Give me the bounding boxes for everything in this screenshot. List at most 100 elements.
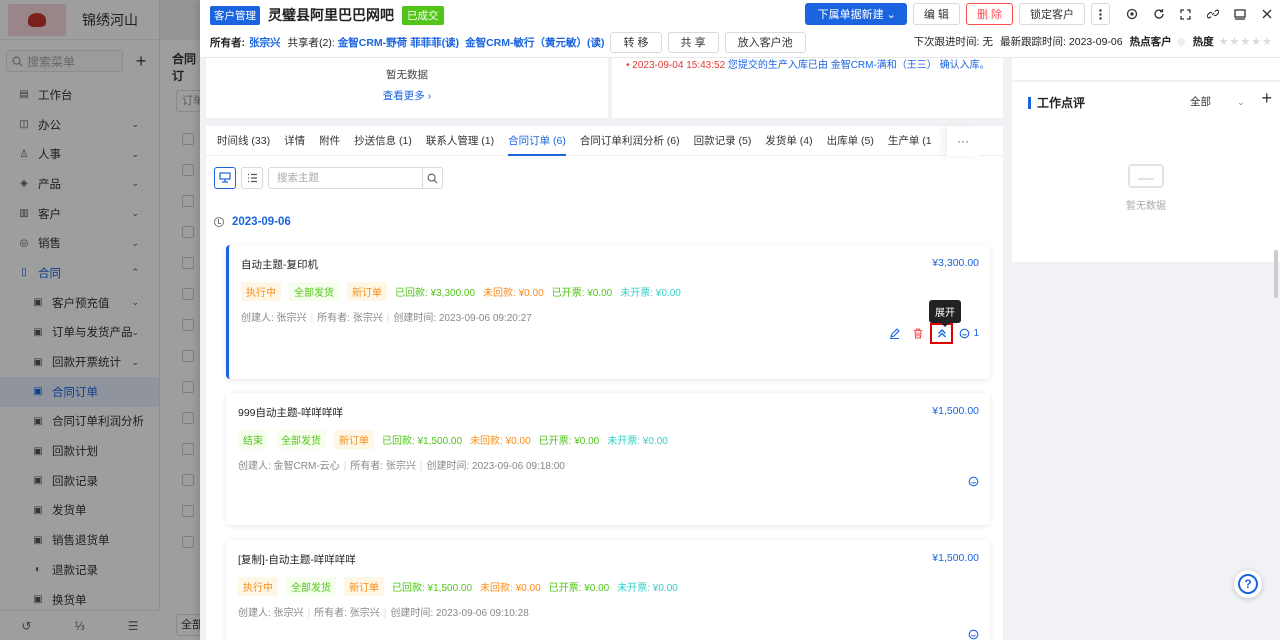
share-button[interactable]: 共 享 [667, 31, 719, 53]
status-badge: 结束 [238, 430, 268, 449]
move-to-pool-button[interactable]: 放入客户池 [724, 31, 806, 53]
tab-payment-records[interactable]: 回款记录 (5) [687, 126, 759, 155]
tab-delivery[interactable]: 发货单 (4) [758, 126, 819, 155]
order-created-time: 创建时间: 2023-09-06 09:20:27 [393, 313, 532, 324]
header-title-row: 客户管理 灵璧县阿里巴巴网吧 已成交 [210, 5, 444, 25]
uninvoiced-amount: 未开票: ¥0.00 [607, 436, 668, 447]
order-card[interactable]: [复制]-自动主题-咩咩咩咩 ¥1,500.00 执行中 全部发货 新订单 已回… [226, 540, 990, 640]
timeline-date: 2023-09-06 [232, 216, 291, 228]
empty-text: 暂无数据 [386, 69, 428, 81]
tab-contacts[interactable]: 联系人管理 (1) [419, 126, 501, 155]
shipping-badge: 全部发货 [286, 577, 336, 596]
ownership-row: 所有者: 张宗兴 共享者(2): 金智CRM-野荷 菲菲菲(读) 金智CRM-敏… [210, 31, 806, 53]
unreceived-amount: 未回款: ¥0.00 [470, 436, 531, 447]
order-status-row: 执行中 全部发货 新订单 已回款: ¥3,300.00 未回款: ¥0.00 已… [241, 282, 689, 301]
order-card[interactable]: 自动主题-复印机 ¥3,300.00 执行中 全部发货 新订单 已回款: ¥3,… [226, 245, 990, 379]
hot-toggle[interactable] [1176, 37, 1185, 46]
list-view-icon [247, 173, 257, 183]
empty-box-icon [1128, 164, 1164, 188]
customer-name: 灵璧县阿里巴巴网吧 [268, 7, 394, 23]
tab-contract-orders[interactable]: 合同订单 (6) [501, 126, 573, 156]
settings-icon[interactable] [1118, 3, 1145, 25]
tab-cc-info[interactable]: 抄送信息 (1) [347, 126, 419, 155]
star-icon[interactable]: ★ [1251, 36, 1261, 48]
order-actions [962, 471, 979, 491]
summary-card-left: 暂无数据 查看更多 › [206, 58, 608, 118]
status-badge: 执行中 [238, 577, 278, 596]
modal-mask[interactable] [0, 0, 200, 640]
work-review-panel: 工作点评 全部 ⌄ + 暂无数据 [1012, 82, 1280, 262]
log-user-link[interactable]: 金智CRM-满和（王三） [831, 60, 937, 71]
scrollbar-thumb[interactable] [1274, 250, 1278, 298]
received-amount: 已回款: ¥1,500.00 [392, 583, 473, 594]
edit-button[interactable]: 编 辑 [912, 3, 960, 25]
order-card[interactable]: 999自动主题-咩咩咩咩 ¥1,500.00 结束 全部发货 新订单 已回款: … [226, 393, 990, 525]
star-icon[interactable]: ★ [1219, 36, 1229, 48]
new-sub-document-button[interactable]: 下属单据新建 ⌄ [804, 3, 907, 25]
add-review-button[interactable]: + [1261, 88, 1272, 109]
comment-count: 1 [973, 328, 979, 339]
order-subject[interactable]: [复制]-自动主题-咩咩咩咩 [238, 552, 356, 567]
more-menu-button[interactable] [1091, 3, 1110, 25]
help-button[interactable]: ? [1234, 570, 1262, 598]
card-view-button[interactable] [214, 167, 236, 189]
empty-text: 暂无数据 [1126, 201, 1166, 212]
star-icon[interactable]: ★ [1262, 36, 1272, 48]
comment-icon[interactable]: 1 [953, 324, 979, 344]
order-subject[interactable]: 自动主题-复印机 [241, 257, 318, 272]
shared-user-link[interactable]: 金智CRM-敏行（黄元敏）(读) [465, 35, 604, 50]
delete-icon[interactable] [906, 324, 930, 344]
search-button[interactable] [422, 168, 442, 188]
view-more-link[interactable]: 查看更多 › [206, 88, 608, 103]
empty-state: 暂无数据 [1012, 164, 1280, 212]
follow-info: 下次跟进时间: 无 最新跟踪时间: 2023-09-06 热点客户 热度 ★★★… [914, 34, 1272, 49]
heat-label: 热度 [1192, 36, 1214, 48]
owner-link[interactable]: 张宗兴 [249, 35, 281, 50]
list-view-button[interactable] [241, 167, 263, 189]
window-icon[interactable] [1226, 3, 1253, 25]
tab-attachments[interactable]: 附件 [312, 126, 347, 155]
invoiced-amount: 已开票: ¥0.00 [548, 583, 610, 594]
star-icon[interactable]: ★ [1230, 36, 1240, 48]
shipping-badge: 全部发货 [276, 430, 326, 449]
tab-details[interactable]: 详情 [277, 126, 312, 155]
activity-log-item: • 2023-09-04 15:43:52 您提交的生产入库已由 金智CRM-满… [626, 58, 990, 71]
meta-divider: | [383, 608, 387, 619]
tab-production[interactable]: 生产单 (1 [881, 126, 939, 155]
order-meta: 创建人: 张宗兴 | 所有者: 张宗兴 | 创建时间: 2023-09-06 09:20… [241, 309, 532, 324]
edit-icon[interactable] [882, 324, 906, 344]
transfer-button[interactable]: 转 移 [610, 31, 662, 53]
tab-outbound[interactable]: 出库单 (5) [820, 126, 881, 155]
more-tabs-button[interactable]: ··· [947, 126, 979, 156]
tab-profit-analysis[interactable]: 合同订单利润分析 (6) [573, 126, 687, 155]
comment-icon[interactable] [962, 624, 979, 640]
link-icon[interactable] [1199, 3, 1226, 25]
right-panel-top [1012, 58, 1280, 80]
received-amount: 已回款: ¥3,300.00 [395, 288, 476, 299]
order-created-time: 创建时间: 2023-09-06 09:10:28 [390, 608, 529, 619]
fullscreen-icon[interactable] [1172, 3, 1199, 25]
detail-main-panel: 时间线 (33) 详情 附件 抄送信息 (1) 联系人管理 (1) 合同订单 (… [206, 126, 1003, 640]
order-type-badge: 新订单 [347, 282, 387, 301]
order-actions: 1 [882, 323, 979, 344]
review-filter-select[interactable]: 全部 ⌄ [1190, 94, 1245, 109]
tab-timeline[interactable]: 时间线 (33) [210, 126, 277, 155]
subject-search-input[interactable] [269, 168, 422, 188]
uninvoiced-amount: 未开票: ¥0.00 [620, 288, 681, 299]
star-icon[interactable]: ★ [1240, 36, 1250, 48]
order-subject[interactable]: 999自动主题-咩咩咩咩 [238, 405, 343, 420]
chevron-down-icon: ⌄ [1237, 97, 1245, 107]
lock-customer-button[interactable]: 锁定客户 [1019, 3, 1085, 25]
order-status-row: 结束 全部发货 新订单 已回款: ¥1,500.00 未回款: ¥0.00 已开… [238, 430, 676, 449]
order-creator: 创建人: 张宗兴 [241, 313, 307, 324]
heat-rating[interactable]: ★★★★★ [1218, 35, 1272, 48]
unreceived-amount: 未回款: ¥0.00 [483, 288, 544, 299]
clock-icon [214, 217, 224, 227]
work-review-title: 工作点评 [1037, 96, 1086, 110]
comment-icon[interactable] [962, 471, 979, 491]
close-icon[interactable] [1253, 3, 1280, 25]
delete-button[interactable]: 删 除 [965, 3, 1013, 25]
refresh-icon[interactable] [1145, 3, 1172, 25]
search-icon [427, 173, 438, 184]
shared-user-link[interactable]: 金智CRM-野荷 菲菲菲(读) [338, 35, 459, 50]
